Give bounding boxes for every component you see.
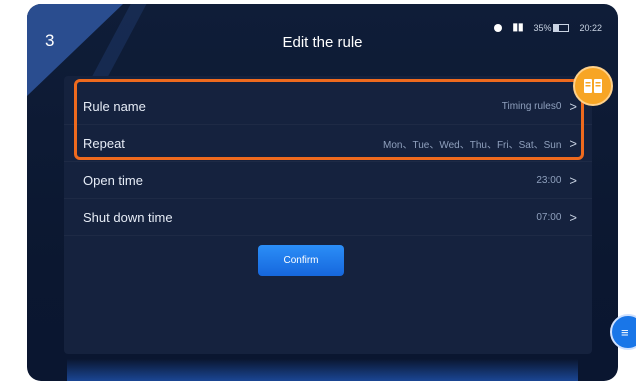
bottom-glow (67, 359, 578, 381)
confirm-button[interactable]: Confirm (258, 245, 344, 276)
battery-icon (553, 23, 570, 32)
manual-book-icon[interactable] (573, 66, 613, 106)
shut-down-time-label: Shut down time (83, 209, 173, 225)
status-time: 20:22 (579, 22, 602, 33)
battery-percent: 35% (533, 22, 552, 33)
open-time-label: Open time (83, 172, 143, 188)
chevron-right-icon: > (569, 172, 577, 188)
page-title: Edit the rule (282, 34, 363, 51)
shut-down-time-row[interactable]: Shut down time 07:00 > (64, 199, 592, 236)
signal-icon: ▮▮ (512, 22, 524, 33)
highlight-box (74, 79, 584, 160)
location-icon (494, 23, 503, 32)
open-time-value: 23:00 (536, 174, 562, 186)
device-screen: 3 ▮▮ 35% 20:22 Edit the rule Rule name T… (27, 4, 618, 381)
battery-indicator: 35% (533, 22, 570, 33)
status-bar: ▮▮ 35% 20:22 (494, 22, 602, 33)
chevron-right-icon: > (569, 209, 577, 225)
open-time-row[interactable]: Open time 23:00 > (64, 162, 592, 199)
shut-down-time-value: 07:00 (536, 211, 562, 223)
menu-icon: ≡ (621, 324, 629, 340)
